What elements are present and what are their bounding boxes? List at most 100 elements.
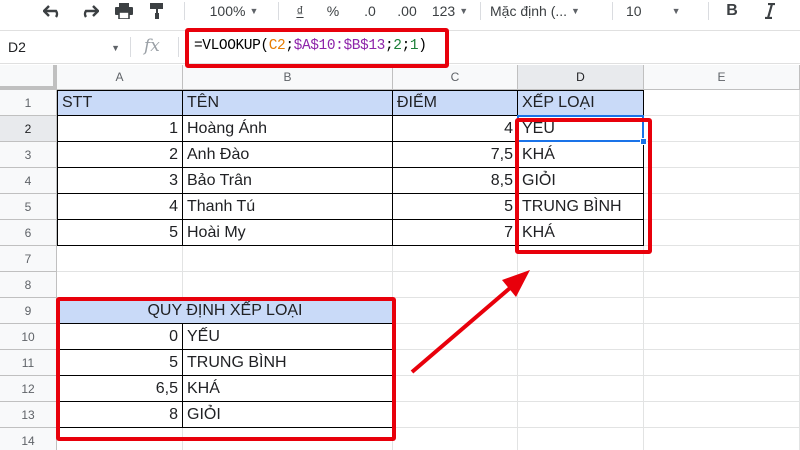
empty-cell[interactable] — [393, 350, 518, 376]
lookup-table-cell[interactable]: YẾU — [183, 324, 393, 350]
row-header-3[interactable]: 3 — [0, 142, 57, 168]
table-cell[interactable]: Hoài My — [183, 220, 393, 246]
undo-icon[interactable] — [40, 0, 66, 22]
empty-cell[interactable] — [393, 428, 518, 450]
empty-cell[interactable] — [644, 402, 800, 428]
decrease-decimal-button[interactable]: .0 — [355, 0, 385, 22]
empty-cell[interactable] — [644, 116, 800, 142]
table-cell[interactable]: Hoàng Ánh — [183, 116, 393, 142]
row-header-8[interactable]: 8 — [0, 272, 57, 298]
empty-cell[interactable] — [644, 246, 800, 272]
empty-cell[interactable] — [183, 272, 393, 298]
lookup-table-cell[interactable]: GIỎI — [183, 402, 393, 428]
empty-cell[interactable] — [644, 376, 800, 402]
italic-button[interactable] — [758, 0, 782, 22]
more-formats-button[interactable]: 123 ▼ — [426, 0, 474, 22]
empty-cell[interactable] — [393, 246, 518, 272]
row-header-9[interactable]: 9 — [0, 298, 57, 324]
table-cell[interactable]: 7 — [393, 220, 518, 246]
percent-format-button[interactable]: % — [322, 0, 344, 22]
font-family-select[interactable]: Mặc định (... ▼ — [490, 0, 602, 22]
empty-cell[interactable] — [393, 298, 518, 324]
empty-cell[interactable] — [518, 324, 644, 350]
empty-cell[interactable] — [644, 90, 800, 116]
empty-cell[interactable] — [518, 272, 644, 298]
lookup-table-cell[interactable]: KHÁ — [183, 376, 393, 402]
row-header-13[interactable]: 13 — [0, 402, 57, 428]
table-header-cell[interactable]: ĐIỂM — [393, 90, 518, 116]
increase-decimal-button[interactable]: .00 — [390, 0, 424, 22]
fill-handle[interactable] — [640, 138, 647, 145]
empty-cell[interactable] — [518, 402, 644, 428]
formula-input[interactable]: =VLOOKUP(C2;$A$10:$B$13;2;1) — [194, 38, 427, 54]
table-cell[interactable]: Thanh Tú — [183, 194, 393, 220]
empty-cell[interactable] — [518, 376, 644, 402]
table-header-cell[interactable]: STT — [57, 90, 183, 116]
empty-cell[interactable] — [183, 428, 393, 450]
table-cell[interactable]: 3 — [57, 168, 183, 194]
empty-cell[interactable] — [644, 220, 800, 246]
empty-cell[interactable] — [393, 402, 518, 428]
paint-format-icon[interactable] — [146, 0, 168, 22]
table-cell[interactable]: 7,5 — [393, 142, 518, 168]
empty-cell[interactable] — [518, 298, 644, 324]
table-cell[interactable]: 2 — [57, 142, 183, 168]
lookup-table-cell[interactable]: 8 — [57, 402, 183, 428]
redo-icon[interactable] — [76, 0, 102, 22]
empty-cell[interactable] — [644, 194, 800, 220]
column-header-e[interactable]: E — [644, 65, 800, 90]
row-header-5[interactable]: 5 — [0, 194, 57, 220]
lookup-table-cell[interactable]: 0 — [57, 324, 183, 350]
empty-cell[interactable] — [57, 272, 183, 298]
empty-cell[interactable] — [644, 168, 800, 194]
empty-cell[interactable] — [644, 324, 800, 350]
row-header-7[interactable]: 7 — [0, 246, 57, 272]
row-header-1[interactable]: 1 — [0, 90, 57, 116]
font-size-select[interactable]: 10 ▼ — [626, 0, 696, 22]
table-cell[interactable]: 5 — [57, 220, 183, 246]
table-cell[interactable]: 5 — [393, 194, 518, 220]
row-header-11[interactable]: 11 — [0, 350, 57, 376]
empty-cell[interactable] — [57, 428, 183, 450]
name-box[interactable]: D2 ▼ — [0, 31, 128, 63]
result-cell[interactable]: KHÁ — [518, 142, 644, 168]
table-header-cell[interactable]: TÊN — [183, 90, 393, 116]
table-cell[interactable]: 1 — [57, 116, 183, 142]
result-cell[interactable]: YẾU — [518, 116, 644, 142]
table-cell[interactable]: Bảo Trân — [183, 168, 393, 194]
empty-cell[interactable] — [393, 324, 518, 350]
empty-cell[interactable] — [644, 142, 800, 168]
empty-cell[interactable] — [518, 246, 644, 272]
table-cell[interactable]: 4 — [393, 116, 518, 142]
empty-cell[interactable] — [393, 376, 518, 402]
row-header-12[interactable]: 12 — [0, 376, 57, 402]
column-header-c[interactable]: C — [393, 65, 518, 90]
result-cell[interactable]: KHÁ — [518, 220, 644, 246]
column-header-d[interactable]: D — [518, 65, 644, 90]
result-cell[interactable]: TRUNG BÌNH — [518, 194, 644, 220]
row-header-10[interactable]: 10 — [0, 324, 57, 350]
empty-cell[interactable] — [183, 246, 393, 272]
empty-cell[interactable] — [644, 428, 800, 450]
row-header-4[interactable]: 4 — [0, 168, 57, 194]
table-cell[interactable]: Anh Đào — [183, 142, 393, 168]
row-header-6[interactable]: 6 — [0, 220, 57, 246]
empty-cell[interactable] — [393, 272, 518, 298]
zoom-select[interactable]: 100% ▼ — [200, 0, 268, 22]
table-cell[interactable]: 4 — [57, 194, 183, 220]
result-cell[interactable]: GIỎI — [518, 168, 644, 194]
select-all-corner[interactable] — [0, 65, 57, 90]
row-header-14[interactable]: 14 — [0, 428, 57, 450]
empty-cell[interactable] — [57, 246, 183, 272]
table-cell[interactable]: 8,5 — [393, 168, 518, 194]
bold-button[interactable]: B — [720, 0, 744, 22]
empty-cell[interactable] — [644, 350, 800, 376]
lookup-table-title[interactable]: QUY ĐỊNH XẾP LOẠI — [57, 298, 393, 324]
column-header-a[interactable]: A — [57, 65, 183, 90]
empty-cell[interactable] — [518, 428, 644, 450]
lookup-table-cell[interactable]: 5 — [57, 350, 183, 376]
currency-format-button[interactable]: ₫ — [290, 0, 310, 22]
table-header-cell[interactable]: XẾP LOẠI — [518, 90, 644, 116]
column-header-b[interactable]: B — [183, 65, 393, 90]
row-header-2[interactable]: 2 — [0, 116, 57, 142]
